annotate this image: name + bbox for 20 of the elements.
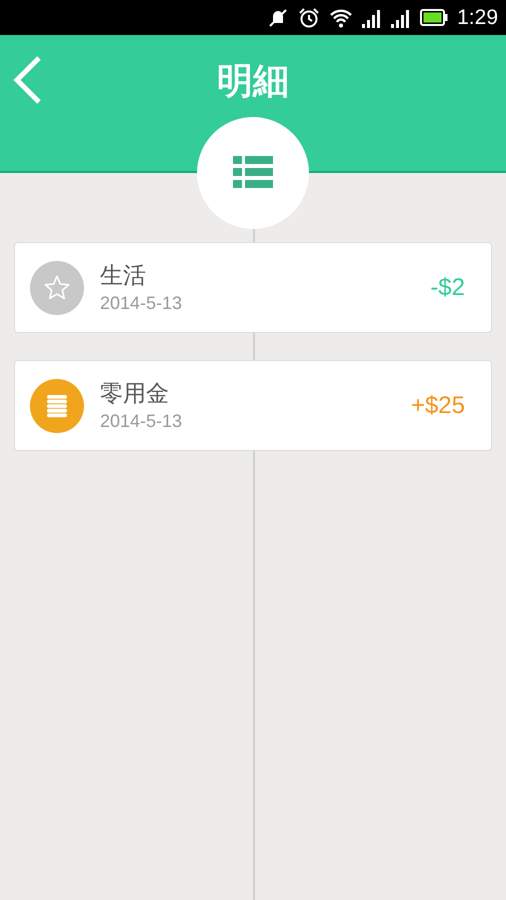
entry-date: 2014-5-13 <box>100 410 184 432</box>
entry-amount: -$2 <box>430 274 465 302</box>
entry-name: 生活 <box>100 262 147 290</box>
wifi-icon <box>329 8 354 28</box>
star-icon <box>43 274 71 302</box>
entry-name: 零用金 <box>100 380 170 408</box>
alarm-icon <box>298 6 320 28</box>
entry-card[interactable]: 零用金 2014-5-13 +$25 <box>14 360 492 451</box>
back-button[interactable] <box>12 55 44 105</box>
battery-icon <box>420 9 448 26</box>
coins-icon <box>46 392 68 418</box>
entry-card[interactable]: 生活 2014-5-13 -$2 <box>14 242 492 333</box>
list-icon <box>233 156 273 190</box>
signal-icon <box>362 8 382 28</box>
entry-date: 2014-5-13 <box>100 292 184 314</box>
signal-icon <box>391 8 412 28</box>
muted-icon <box>267 6 290 28</box>
page-title: 明細 <box>217 60 289 104</box>
clock-time: 1:29 <box>457 6 498 30</box>
entry-amount: +$25 <box>410 392 465 420</box>
